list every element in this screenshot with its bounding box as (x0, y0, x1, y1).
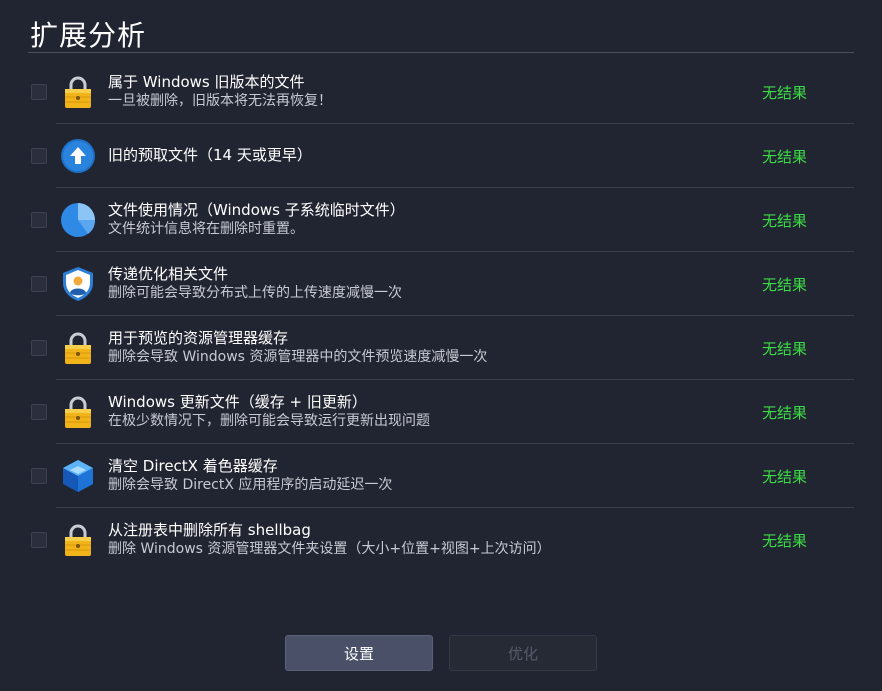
optimize-button[interactable]: 优化 (449, 635, 597, 671)
upload-arrow-icon (60, 138, 96, 174)
item-title: 从注册表中删除所有 shellbag (108, 521, 311, 539)
item-checkbox[interactable] (31, 148, 47, 164)
result-status: 无结果 (762, 468, 808, 486)
item-checkbox[interactable] (31, 468, 47, 484)
result-status: 无结果 (762, 276, 808, 294)
page-title: 扩展分析 (30, 19, 147, 52)
user-shield-icon (60, 266, 96, 302)
item-checkbox[interactable] (31, 404, 47, 420)
title-divider (28, 52, 854, 53)
item-title: 清空 DirectX 着色器缓存 (108, 457, 278, 475)
item-description: 删除可能会导致分布式上传的上传速度减慢一次 (108, 285, 402, 301)
list-item[interactable]: 旧的预取文件（14 天或更早） 无结果 (28, 124, 854, 188)
item-title: 旧的预取文件（14 天或更早） (108, 146, 312, 164)
item-description: 删除会导致 Windows 资源管理器中的文件预览速度减慢一次 (108, 349, 488, 365)
item-title: Windows 更新文件（缓存 + 旧更新） (108, 393, 367, 411)
item-description: 删除会导致 DirectX 应用程序的启动延迟一次 (108, 477, 393, 493)
lock-icon (60, 330, 96, 366)
item-description: 文件统计信息将在删除时重置。 (108, 221, 304, 237)
directx-cube-icon (60, 458, 96, 494)
item-checkbox[interactable] (31, 84, 47, 100)
analysis-list: 属于 Windows 旧版本的文件 一旦被删除，旧版本将无法再恢复！ 无结果 旧… (28, 60, 854, 572)
item-title: 传递优化相关文件 (108, 265, 229, 283)
result-status: 无结果 (762, 148, 808, 166)
extended-analysis-panel: 扩展分析 属于 Windows 旧版本的文件 一旦被删除，旧版本将无法再恢复！ … (0, 0, 882, 691)
result-status: 无结果 (762, 404, 808, 422)
list-item[interactable]: Windows 更新文件（缓存 + 旧更新） 在极少数情况下，删除可能会导致运行… (28, 380, 854, 444)
item-title: 用于预览的资源管理器缓存 (108, 329, 289, 347)
result-status: 无结果 (762, 212, 808, 230)
item-title: 文件使用情况（Windows 子系统临时文件） (108, 201, 405, 219)
list-item[interactable]: 属于 Windows 旧版本的文件 一旦被删除，旧版本将无法再恢复！ 无结果 (28, 60, 854, 124)
list-item[interactable]: 文件使用情况（Windows 子系统临时文件） 文件统计信息将在删除时重置。 无… (28, 188, 854, 252)
list-item[interactable]: 用于预览的资源管理器缓存 删除会导致 Windows 资源管理器中的文件预览速度… (28, 316, 854, 380)
result-status: 无结果 (762, 340, 808, 358)
item-checkbox[interactable] (31, 276, 47, 292)
item-description: 一旦被删除，旧版本将无法再恢复！ (108, 93, 332, 109)
lock-icon (60, 74, 96, 110)
lock-icon (60, 522, 96, 558)
lock-icon (60, 394, 96, 430)
result-status: 无结果 (762, 84, 808, 102)
list-item[interactable]: 从注册表中删除所有 shellbag 删除 Windows 资源管理器文件夹设置… (28, 508, 854, 572)
item-checkbox[interactable] (31, 532, 47, 548)
item-description: 在极少数情况下，删除可能会导致运行更新出现问题 (108, 413, 430, 429)
list-item[interactable]: 清空 DirectX 着色器缓存 删除会导致 DirectX 应用程序的启动延迟… (28, 444, 854, 508)
result-status: 无结果 (762, 532, 808, 550)
item-checkbox[interactable] (31, 212, 47, 228)
pie-chart-icon (60, 202, 96, 238)
settings-button[interactable]: 设置 (285, 635, 433, 671)
list-item[interactable]: 传递优化相关文件 删除可能会导致分布式上传的上传速度减慢一次 无结果 (28, 252, 854, 316)
item-checkbox[interactable] (31, 340, 47, 356)
item-title: 属于 Windows 旧版本的文件 (108, 73, 305, 91)
item-description: 删除 Windows 资源管理器文件夹设置（大小+位置+视图+上次访问） (108, 541, 551, 557)
